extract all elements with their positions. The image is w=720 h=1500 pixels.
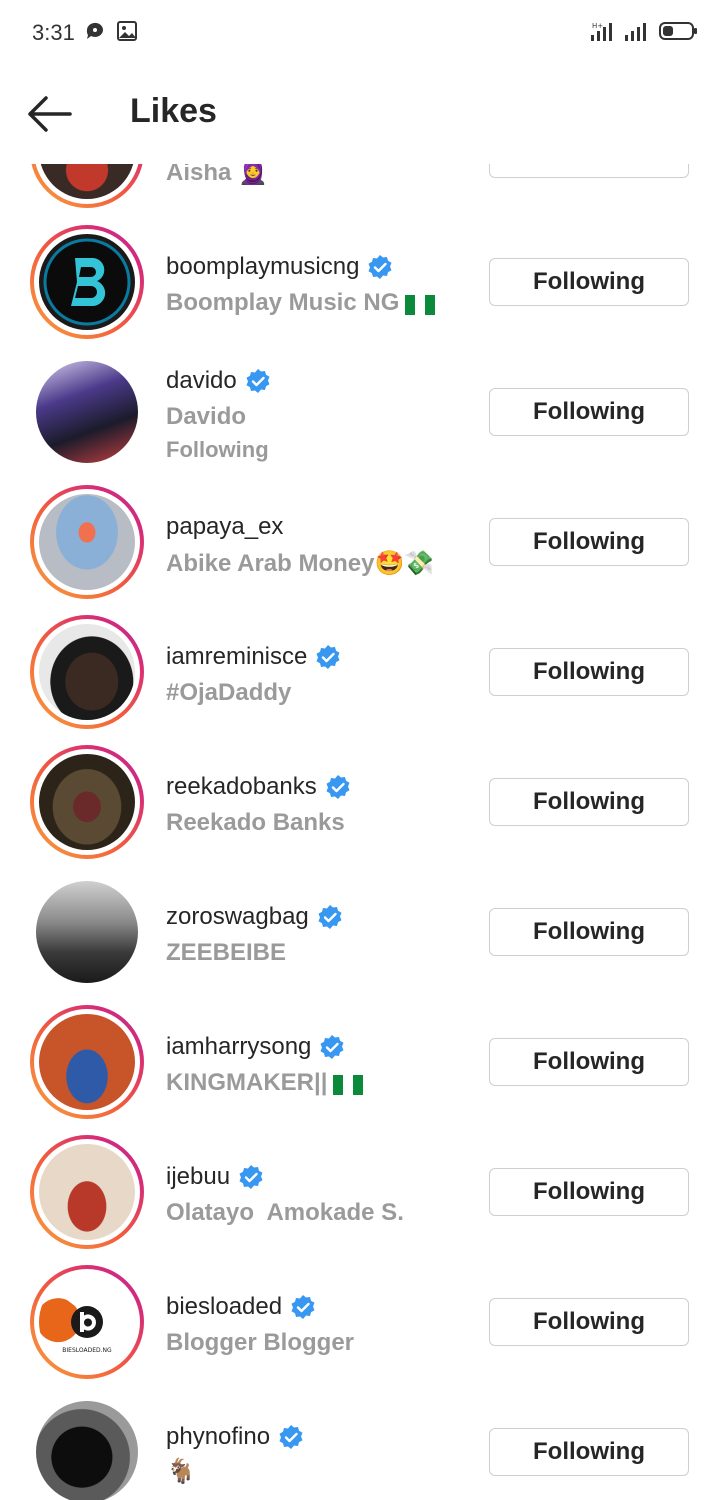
avatar bbox=[39, 754, 135, 850]
list-item[interactable]: BIESLOADED.NG biesloaded Blogger Blogger… bbox=[0, 1265, 720, 1395]
avatar-ring: BIESLOADED.NG bbox=[30, 1265, 144, 1379]
avatar-ring bbox=[30, 1395, 144, 1500]
avatar-ring bbox=[30, 875, 144, 989]
avatar-ring bbox=[30, 485, 144, 599]
avatar-ring bbox=[30, 225, 144, 339]
nigeria-flag-icon bbox=[405, 294, 436, 315]
biesloaded-logo-icon: BIESLOADED.NG bbox=[39, 1298, 112, 1354]
avatar bbox=[39, 1014, 135, 1110]
list-item[interactable]: zoroswagbag ZEEBEIBE Following bbox=[0, 875, 720, 1005]
username[interactable]: phynofino bbox=[166, 1423, 304, 1451]
avatar: BIESLOADED.NG bbox=[39, 1274, 135, 1370]
avatar bbox=[36, 361, 138, 463]
list-item[interactable]: iamharrysong KINGMAKER|| Following bbox=[0, 1005, 720, 1135]
svg-text:BIESLOADED.NG: BIESLOADED.NG bbox=[62, 1347, 112, 1354]
avatar bbox=[36, 1401, 138, 1500]
avatar-ring bbox=[30, 615, 144, 729]
avatar-ring bbox=[30, 355, 144, 469]
username[interactable]: iamharrysong bbox=[166, 1033, 345, 1061]
full-name: 🐐 bbox=[166, 1458, 196, 1485]
username[interactable]: boomplaymusicng bbox=[166, 253, 393, 281]
full-name: #OjaDaddy bbox=[166, 679, 292, 706]
verified-badge-icon bbox=[279, 1425, 303, 1449]
list-item[interactable]: reekadobanks Reekado Banks Following bbox=[0, 745, 720, 875]
verified-badge-icon bbox=[368, 255, 392, 279]
verified-badge-icon bbox=[320, 1035, 344, 1059]
full-name: Abike Arab Money🤩💸 bbox=[166, 550, 435, 577]
list-item[interactable]: boomplaymusicng Boomplay Music NG Follow… bbox=[0, 225, 720, 355]
list-item[interactable]: davido Davido Following Following bbox=[0, 355, 720, 485]
list-item[interactable]: papaya_ex Abike Arab Money🤩💸 Following bbox=[0, 485, 720, 615]
following-button[interactable]: Following bbox=[489, 518, 689, 566]
username[interactable]: biesloaded bbox=[166, 1293, 316, 1321]
following-button[interactable]: Following bbox=[489, 778, 689, 826]
verified-badge-icon bbox=[316, 645, 340, 669]
username[interactable]: zoroswagbag bbox=[166, 903, 343, 931]
username[interactable]: reekadobanks bbox=[166, 773, 351, 801]
app-header: Likes bbox=[0, 64, 720, 164]
full-name: Blogger Blogger bbox=[166, 1329, 355, 1356]
list-item[interactable]: ijebuu Olatayo Amokade S. Following bbox=[0, 1135, 720, 1265]
avatar bbox=[39, 1144, 135, 1240]
avatar bbox=[39, 234, 135, 330]
back-button[interactable] bbox=[24, 92, 76, 136]
username[interactable]: davido bbox=[166, 367, 271, 395]
back-arrow-icon bbox=[28, 96, 72, 132]
avatar-ring bbox=[30, 745, 144, 859]
full-name: Boomplay Music NG bbox=[166, 289, 436, 317]
username[interactable]: ijebuu bbox=[166, 1163, 264, 1191]
boomplay-logo-icon bbox=[43, 238, 131, 326]
following-button[interactable]: Following bbox=[489, 1428, 689, 1476]
following-button[interactable]: Following bbox=[489, 908, 689, 956]
username[interactable]: papaya_ex bbox=[166, 513, 283, 541]
verified-badge-icon bbox=[291, 1295, 315, 1319]
avatar bbox=[36, 881, 138, 983]
list-item[interactable]: iamreminisce #OjaDaddy Following bbox=[0, 615, 720, 745]
username[interactable]: iamreminisce bbox=[166, 643, 341, 671]
avatar-ring bbox=[30, 1135, 144, 1249]
following-button[interactable]: Following bbox=[489, 388, 689, 436]
verified-badge-icon bbox=[246, 369, 270, 393]
page-title: Likes bbox=[130, 92, 217, 130]
following-status: Following bbox=[166, 437, 269, 462]
full-name: ZEEBEIBE bbox=[166, 939, 287, 966]
following-button[interactable]: Following bbox=[489, 1168, 689, 1216]
likes-list[interactable]: Aisha 🧕 boomplaymusicng Boomplay Music N… bbox=[0, 0, 720, 1500]
list-item[interactable]: phynofino 🐐 Following bbox=[0, 1395, 720, 1500]
avatar bbox=[39, 624, 135, 720]
nigeria-flag-icon bbox=[333, 1074, 364, 1095]
full-name: Reekado Banks bbox=[166, 809, 345, 836]
full-name: Davido bbox=[166, 403, 247, 430]
following-button[interactable]: Following bbox=[489, 1298, 689, 1346]
verified-badge-icon bbox=[239, 1165, 263, 1189]
following-button[interactable]: Following bbox=[489, 648, 689, 696]
following-button[interactable]: Following bbox=[489, 1038, 689, 1086]
avatar bbox=[39, 494, 135, 590]
full-name: KINGMAKER|| bbox=[166, 1069, 364, 1097]
verified-badge-icon bbox=[318, 905, 342, 929]
following-button[interactable]: Following bbox=[489, 258, 689, 306]
avatar-ring bbox=[30, 1005, 144, 1119]
verified-badge-icon bbox=[326, 775, 350, 799]
full-name: Olatayo Amokade S. bbox=[166, 1199, 404, 1226]
